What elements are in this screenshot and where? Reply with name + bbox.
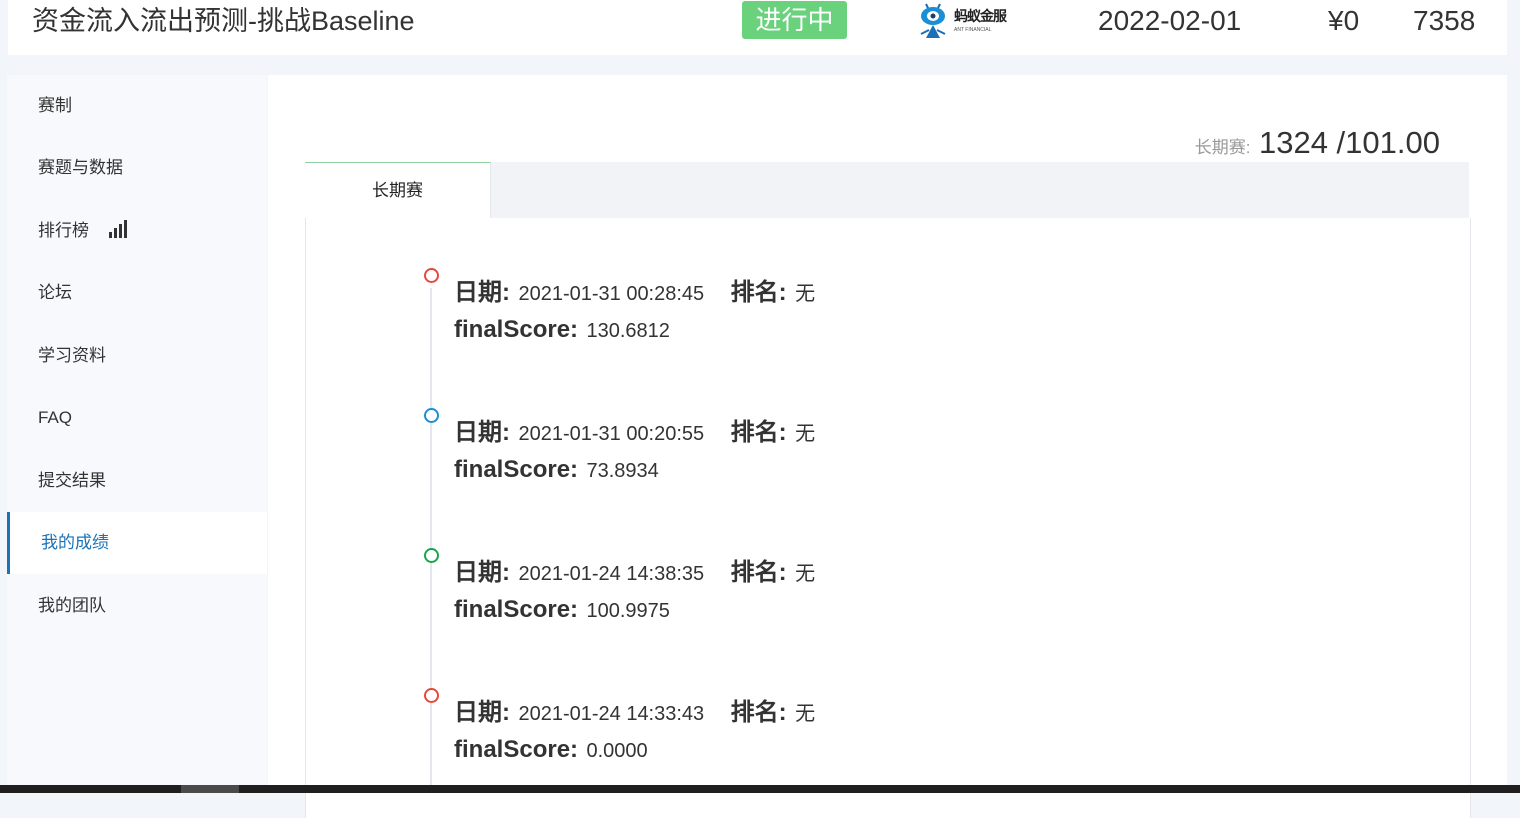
bar-chart-icon — [108, 219, 127, 238]
competition-header: 资金流入流出预测-挑战Baseline 进行中 蚂蚁金服 ANT FINANCI… — [8, 0, 1507, 55]
sidebar-item-faq[interactable]: FAQ — [7, 387, 267, 449]
score-record: 日期: 2021-01-31 00:20:55 排名: 无 finalScore… — [306, 358, 1306, 483]
sidebar-item-my-team[interactable]: 我的团队 — [7, 575, 267, 637]
timeline-dot — [424, 408, 439, 423]
record-rank: 无 — [795, 703, 816, 725]
score-record: 日期: 2021-01-24 14:33:43 排名: 无 finalScore… — [306, 638, 1306, 763]
record-rank: 无 — [795, 283, 816, 305]
score-label: finalScore: — [454, 736, 579, 763]
sidebar-item-label: 我的成绩 — [41, 533, 109, 552]
prize-amount: ¥0 — [1328, 5, 1360, 36]
sidebar-item-label: 赛题与数据 — [38, 158, 123, 177]
rank-label: 排名: — [730, 699, 787, 726]
score-history-panel: 日期: 2021-01-31 00:28:45 排名: 无 finalScore… — [305, 218, 1471, 818]
record-date: 2021-01-24 14:38:35 — [518, 563, 705, 585]
record-rank: 无 — [795, 423, 816, 445]
date-label: 日期: — [454, 699, 510, 726]
score-label: finalScore: — [454, 456, 579, 483]
sidebar-item-label: FAQ — [38, 408, 73, 427]
horizontal-scrollbar[interactable] — [0, 785, 1520, 793]
team-count: 7358 — [1413, 5, 1476, 36]
sidebar-item-problem-data[interactable]: 赛题与数据 — [7, 137, 267, 199]
record-date: 2021-01-31 00:20:55 — [518, 423, 705, 445]
date-label: 日期: — [454, 419, 510, 446]
scrollbar-thumb[interactable] — [181, 785, 239, 793]
sidebar-item-label: 提交结果 — [38, 471, 106, 490]
status-badge: 进行中 — [742, 1, 847, 39]
sidebar-item-submit[interactable]: 提交结果 — [7, 450, 267, 512]
sidebar-item-leaderboard[interactable]: 排行榜 — [7, 200, 267, 262]
rank-label: 排名: — [730, 279, 787, 306]
record-date: 2021-01-31 00:28:45 — [518, 283, 705, 305]
tab-long-term[interactable]: 长期赛 — [305, 162, 491, 219]
sidebar-item-forum[interactable]: 论坛 — [7, 262, 267, 324]
record-date: 2021-01-24 14:33:43 — [518, 703, 705, 725]
record-score: 100.9975 — [586, 600, 670, 622]
timeline-dot — [424, 268, 439, 283]
sidebar-nav: 赛制 赛题与数据 排行榜 论坛 学习资料 FAQ 提交结果 我的成绩 我的团队 — [7, 75, 267, 793]
score-summary-value: 1324 /101.00 — [1258, 125, 1440, 160]
record-score: 73.8934 — [586, 460, 659, 482]
score-record: 日期: 2021-01-31 00:28:45 排名: 无 finalScore… — [306, 218, 1306, 343]
date-label: 日期: — [454, 279, 510, 306]
sidebar-item-my-scores[interactable]: 我的成绩 — [7, 512, 267, 574]
rank-label: 排名: — [730, 419, 787, 446]
sponsor-name: 蚂蚁金服 — [954, 8, 1007, 24]
score-summary: 长期赛: 1324 /101.00 — [1195, 125, 1440, 161]
score-record: 日期: 2021-01-24 14:38:35 排名: 无 finalScore… — [306, 498, 1306, 623]
record-score: 0.0000 — [586, 740, 648, 762]
sidebar-item-label: 赛制 — [38, 96, 72, 115]
competition-title[interactable]: 资金流入流出预测-挑战Baseline — [32, 6, 415, 36]
ant-logo-icon — [920, 3, 946, 38]
score-summary-label: 长期赛: — [1194, 138, 1251, 157]
score-label: finalScore: — [454, 596, 579, 623]
competition-end-date: 2022-02-01 — [1098, 5, 1242, 36]
sidebar-item-label: 我的团队 — [38, 596, 106, 615]
rank-label: 排名: — [730, 559, 787, 586]
sidebar-item-rules[interactable]: 赛制 — [7, 75, 267, 137]
sponsor-logo: 蚂蚁金服 ANT FINANCIAL — [916, 0, 1011, 44]
main-content: 长期赛: 1324 /101.00 长期赛 日期: 2021-01-31 00:… — [268, 75, 1507, 818]
date-label: 日期: — [454, 559, 510, 586]
timeline-dot — [424, 548, 439, 563]
record-rank: 无 — [795, 563, 816, 585]
score-label: finalScore: — [454, 316, 579, 343]
sidebar-item-learning[interactable]: 学习资料 — [7, 325, 267, 387]
tab-bar: 长期赛 — [305, 162, 1469, 219]
sidebar-item-label: 学习资料 — [38, 346, 106, 365]
record-score: 130.6812 — [586, 320, 670, 342]
sidebar-item-label: 论坛 — [38, 283, 72, 302]
timeline-dot — [424, 688, 439, 703]
sidebar-item-label: 排行榜 — [38, 221, 89, 240]
sponsor-subtitle: ANT FINANCIAL — [954, 27, 992, 33]
